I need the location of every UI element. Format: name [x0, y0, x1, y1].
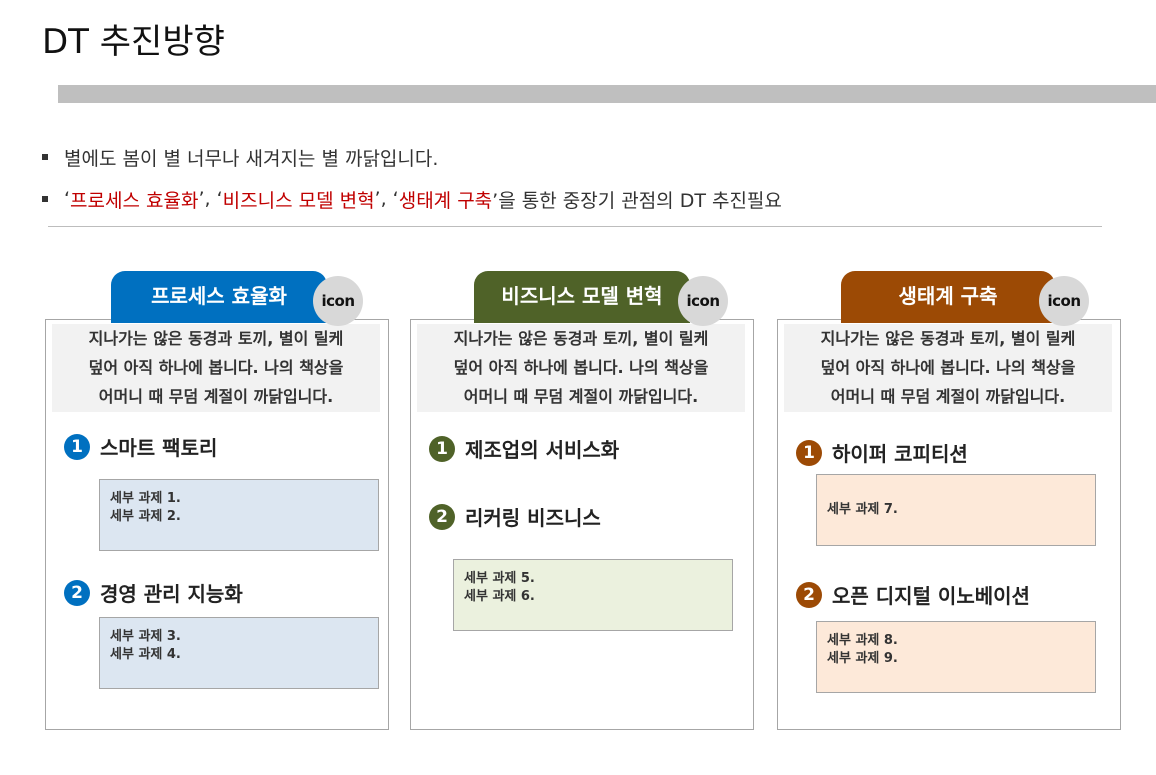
column-box: 지나가는 않은 동경과 토끼, 별이 릴케 덮어 아직 하나에 봅니다. 나의 …: [45, 319, 389, 730]
column-header-tab: 생태계 구축: [841, 271, 1055, 323]
desc-line: 덮어 아직 하나에 봅니다. 나의 책상을: [820, 358, 1076, 377]
task-line: 세부 과제 8.: [827, 633, 898, 648]
column-icon: icon: [1039, 276, 1089, 326]
list-item: 1 하이퍼 코피티션: [796, 438, 968, 467]
bullet-sep: ’, ‘: [198, 188, 223, 210]
task-box: 세부 과제 7.: [816, 474, 1096, 546]
desc-line: 덮어 아직 하나에 봅니다. 나의 책상을: [453, 358, 709, 377]
list-item: 2 경영 관리 지능화: [64, 578, 243, 607]
item-label: 리커링 비즈니스: [465, 506, 601, 530]
desc-line: 어머니 때 무덤 계절이 까닭입니다.: [98, 387, 334, 406]
column-description: 지나가는 않은 동경과 토끼, 별이 릴케 덮어 아직 하나에 봅니다. 나의 …: [52, 324, 380, 412]
bullet-text: 별에도 봄이 별 너무나 새겨지는 별 까닭입니다.: [64, 147, 439, 170]
highlight-ecosystem: 생태계 구축: [398, 189, 493, 212]
highlight-process: 프로세스 효율화: [70, 189, 199, 212]
column-header-tab: 프로세스 효율화: [111, 271, 327, 323]
column-box: 지나가는 않은 동경과 토끼, 별이 릴케 덮어 아직 하나에 봅니다. 나의 …: [777, 319, 1121, 730]
list-item: 1 스마트 팩토리: [64, 432, 217, 461]
bullet-rest: ’을 통한 중장기 관점의 DT 추진필요: [492, 189, 782, 212]
desc-line: 덮어 아직 하나에 봅니다. 나의 책상을: [88, 358, 344, 377]
list-item: 1 제조업의 서비스화: [429, 434, 619, 463]
item-label: 하이퍼 코피티션: [832, 442, 968, 466]
desc-line: 지나가는 않은 동경과 토끼, 별이 릴케: [820, 329, 1076, 348]
highlight-business-model: 비즈니스 모델 변혁: [222, 189, 375, 212]
column-description: 지나가는 않은 동경과 토끼, 별이 릴케 덮어 아직 하나에 봅니다. 나의 …: [417, 324, 745, 412]
item-label: 오픈 디지털 이노베이션: [832, 584, 1030, 608]
task-line: 세부 과제 1.: [110, 491, 181, 506]
bullet-square-icon: [42, 196, 48, 202]
item-label: 경영 관리 지능화: [100, 582, 243, 606]
task-box: 세부 과제 8. 세부 과제 9.: [816, 621, 1096, 693]
task-line: 세부 과제 5.: [464, 571, 535, 586]
bullet-item: ‘프로세스 효율화’, ‘비즈니스 모델 변혁’, ‘생태계 구축 ’을 통한 중…: [42, 178, 782, 220]
task-box: 세부 과제 1. 세부 과제 2.: [99, 479, 379, 551]
column-business-model: 지나가는 않은 동경과 토끼, 별이 릴케 덮어 아직 하나에 봅니다. 나의 …: [410, 271, 754, 730]
number-badge: 1: [429, 435, 455, 462]
task-line: 세부 과제 9.: [827, 651, 898, 666]
title-bar-divider: [58, 85, 1156, 103]
bullet-item: 별에도 봄이 별 너무나 새겨지는 별 까닭입니다.: [42, 136, 782, 178]
number-badge: 2: [796, 581, 822, 608]
list-item: 2 리커링 비즈니스: [429, 502, 601, 531]
number-badge: 1: [796, 439, 822, 466]
list-item: 2 오픈 디지털 이노베이션: [796, 580, 1030, 609]
column-icon: icon: [678, 276, 728, 326]
desc-line: 지나가는 않은 동경과 토끼, 별이 릴케: [88, 329, 344, 348]
task-line: 세부 과제 7.: [827, 502, 898, 517]
desc-line: 어머니 때 무덤 계절이 까닭입니다.: [463, 387, 699, 406]
number-badge: 2: [64, 579, 90, 606]
column-header-tab: 비즈니스 모델 변혁: [474, 271, 690, 323]
column-ecosystem: 지나가는 않은 동경과 토끼, 별이 릴케 덮어 아직 하나에 봅니다. 나의 …: [777, 271, 1121, 730]
task-line: 세부 과제 4.: [110, 647, 181, 662]
column-description: 지나가는 않은 동경과 토끼, 별이 릴케 덮어 아직 하나에 봅니다. 나의 …: [784, 324, 1112, 412]
column-icon: icon: [313, 276, 363, 326]
desc-line: 지나가는 않은 동경과 토끼, 별이 릴케: [453, 329, 709, 348]
task-line: 세부 과제 2.: [110, 509, 181, 524]
column-process-efficiency: 지나가는 않은 동경과 토끼, 별이 릴케 덮어 아직 하나에 봅니다. 나의 …: [45, 271, 389, 730]
task-box: 세부 과제 5. 세부 과제 6.: [453, 559, 733, 631]
task-line: 세부 과제 6.: [464, 589, 535, 604]
column-box: 지나가는 않은 동경과 토끼, 별이 릴케 덮어 아직 하나에 봅니다. 나의 …: [410, 319, 754, 730]
item-label: 스마트 팩토리: [100, 436, 218, 460]
bullet-list: 별에도 봄이 별 너무나 새겨지는 별 까닭입니다. ‘프로세스 효율화’, ‘…: [42, 136, 782, 220]
desc-line: 어머니 때 무덤 계절이 까닭입니다.: [830, 387, 1066, 406]
task-line: 세부 과제 3.: [110, 629, 181, 644]
number-badge: 1: [64, 433, 90, 460]
page-title: DT 추진방향: [42, 22, 225, 62]
task-box: 세부 과제 3. 세부 과제 4.: [99, 617, 379, 689]
item-label: 제조업의 서비스화: [465, 438, 620, 462]
section-divider: [48, 226, 1102, 227]
bullet-square-icon: [42, 154, 48, 160]
bullet-sep: ’, ‘: [374, 188, 399, 210]
number-badge: 2: [429, 503, 455, 530]
